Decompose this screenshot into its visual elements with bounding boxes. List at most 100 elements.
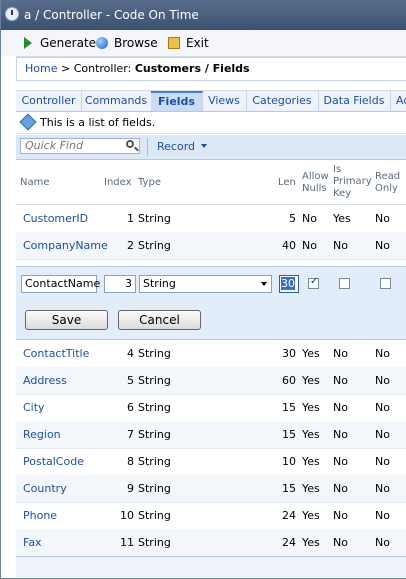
tab-commands[interactable]: Commands <box>81 91 152 111</box>
field-index: 10 <box>120 509 134 522</box>
field-name-link[interactable]: ContactTitle <box>23 347 89 360</box>
field-read-only: No <box>375 536 390 549</box>
exit-label: Exit <box>186 36 209 50</box>
exit-button[interactable]: Exit <box>168 36 209 50</box>
header-primary-key-line3: Key <box>333 188 352 199</box>
field-read-only: No <box>375 401 390 414</box>
header-len[interactable]: Len <box>278 177 296 188</box>
header-read-only[interactable]: Read Only <box>375 171 400 195</box>
field-len: 40 <box>282 239 296 252</box>
field-len: 10 <box>282 455 296 468</box>
search-icon[interactable] <box>126 140 134 148</box>
field-primary-key: No <box>333 482 348 495</box>
field-primary-key: No <box>333 536 348 549</box>
header-primary-key-line1: Is <box>333 164 342 175</box>
field-allow-nulls: Yes <box>302 401 320 414</box>
field-name-link[interactable]: City <box>23 401 45 414</box>
field-name-link[interactable]: CustomerID <box>23 212 88 225</box>
description-bar: This is a list of fields. <box>16 112 406 134</box>
allow-nulls-checkbox[interactable] <box>308 276 319 289</box>
field-name-link[interactable]: Address <box>23 374 67 387</box>
edit-len-value: 30 <box>281 277 295 290</box>
field-index: 6 <box>127 401 134 414</box>
table-row[interactable]: CustomerID 1 String 5 No Yes No <box>16 205 406 233</box>
play-icon <box>24 37 32 49</box>
field-name-link[interactable]: PostalCode <box>23 455 84 468</box>
table-row[interactable]: PostalCode 8 String 10 Yes No No <box>16 448 406 476</box>
field-name-link[interactable]: CompanyName <box>23 239 108 252</box>
table-row[interactable]: CompanyName 2 String 40 No No No <box>16 232 406 260</box>
table-row[interactable]: ContactTitle 4 String 30 Yes No No <box>16 340 406 368</box>
breadcrumb-home-link[interactable]: Home <box>25 62 57 75</box>
table-row[interactable]: Fax 11 String 24 Yes No No <box>16 529 406 557</box>
field-name-link[interactable]: Fax <box>23 536 42 549</box>
header-primary-key[interactable]: Is Primary Key <box>333 164 372 200</box>
application-window: a / Controller - Code On Time Generate B… <box>0 0 406 579</box>
tab-fields[interactable]: Fields <box>151 91 203 111</box>
header-index[interactable]: Index <box>104 177 132 188</box>
field-type: String <box>138 212 171 225</box>
field-index: 2 <box>127 239 134 252</box>
field-type: String <box>138 455 171 468</box>
edit-name-field[interactable]: ContactName <box>21 275 100 293</box>
table-row[interactable]: Phone 10 String 24 Yes No No <box>16 502 406 530</box>
info-icon <box>19 113 37 131</box>
field-allow-nulls: Yes <box>302 347 320 360</box>
header-read-only-line1: Read <box>375 171 401 182</box>
quick-find-input[interactable] <box>20 138 140 154</box>
header-allow-nulls[interactable]: Allow Nulls <box>302 171 329 195</box>
field-type: String <box>138 536 171 549</box>
header-allow-nulls-line2: Nulls <box>302 183 327 194</box>
generate-button[interactable]: Generate <box>24 36 96 50</box>
tab-controller[interactable]: Controller <box>16 91 82 111</box>
generate-label: Generate <box>40 36 97 50</box>
field-len: 5 <box>289 212 296 225</box>
record-menu[interactable]: Record <box>157 140 208 153</box>
field-type: String <box>138 239 171 252</box>
browse-button[interactable]: Browse <box>96 36 158 50</box>
tab-views[interactable]: Views <box>202 91 247 111</box>
read-only-checkbox[interactable] <box>380 278 391 289</box>
table-row[interactable]: Address 5 String 60 Yes No No <box>16 367 406 395</box>
field-primary-key: No <box>333 428 348 441</box>
field-read-only: No <box>375 374 390 387</box>
chevron-down-icon <box>201 144 208 148</box>
cancel-button[interactable]: Cancel <box>118 310 201 330</box>
field-index: 11 <box>120 536 134 549</box>
field-read-only: No <box>375 212 390 225</box>
field-allow-nulls: Yes <box>302 509 320 522</box>
table-row[interactable]: Country 9 String 15 Yes No No <box>16 475 406 503</box>
save-button[interactable]: Save <box>25 310 108 330</box>
field-primary-key: Yes <box>333 212 351 225</box>
edit-len-field[interactable]: 30 <box>279 275 299 293</box>
header-type[interactable]: Type <box>138 177 161 188</box>
field-len: 24 <box>282 536 296 549</box>
field-read-only: No <box>375 509 390 522</box>
field-name-link[interactable]: Phone <box>23 509 57 522</box>
table-row[interactable]: City 6 String 15 Yes No No <box>16 394 406 422</box>
browse-label: Browse <box>114 36 158 50</box>
field-name-link[interactable]: Country <box>23 482 67 495</box>
table-row[interactable]: Region 7 String 15 Yes No No <box>16 421 406 449</box>
edit-index-field[interactable]: 3 <box>104 275 136 293</box>
field-primary-key: No <box>333 455 348 468</box>
header-name[interactable]: Name <box>20 177 50 188</box>
field-type: String <box>138 347 171 360</box>
field-allow-nulls: Yes <box>302 536 320 549</box>
edit-row: ContactName 3 String 30 Save Cancel <box>16 266 406 340</box>
action-bar-divider <box>147 138 148 156</box>
field-type: String <box>138 401 171 414</box>
primary-key-checkbox[interactable] <box>339 278 350 289</box>
field-primary-key: No <box>333 239 348 252</box>
field-allow-nulls: No <box>302 212 317 225</box>
tab-data-fields[interactable]: Data Fields <box>318 91 391 111</box>
field-len: 24 <box>282 509 296 522</box>
tab-actions[interactable]: Ac <box>390 91 406 111</box>
field-index: 7 <box>127 428 134 441</box>
field-allow-nulls: Yes <box>302 455 320 468</box>
field-read-only: No <box>375 347 390 360</box>
field-index: 8 <box>127 455 134 468</box>
tab-categories[interactable]: Categories <box>246 91 319 111</box>
field-name-link[interactable]: Region <box>23 428 61 441</box>
edit-type-select[interactable]: String <box>139 275 272 293</box>
